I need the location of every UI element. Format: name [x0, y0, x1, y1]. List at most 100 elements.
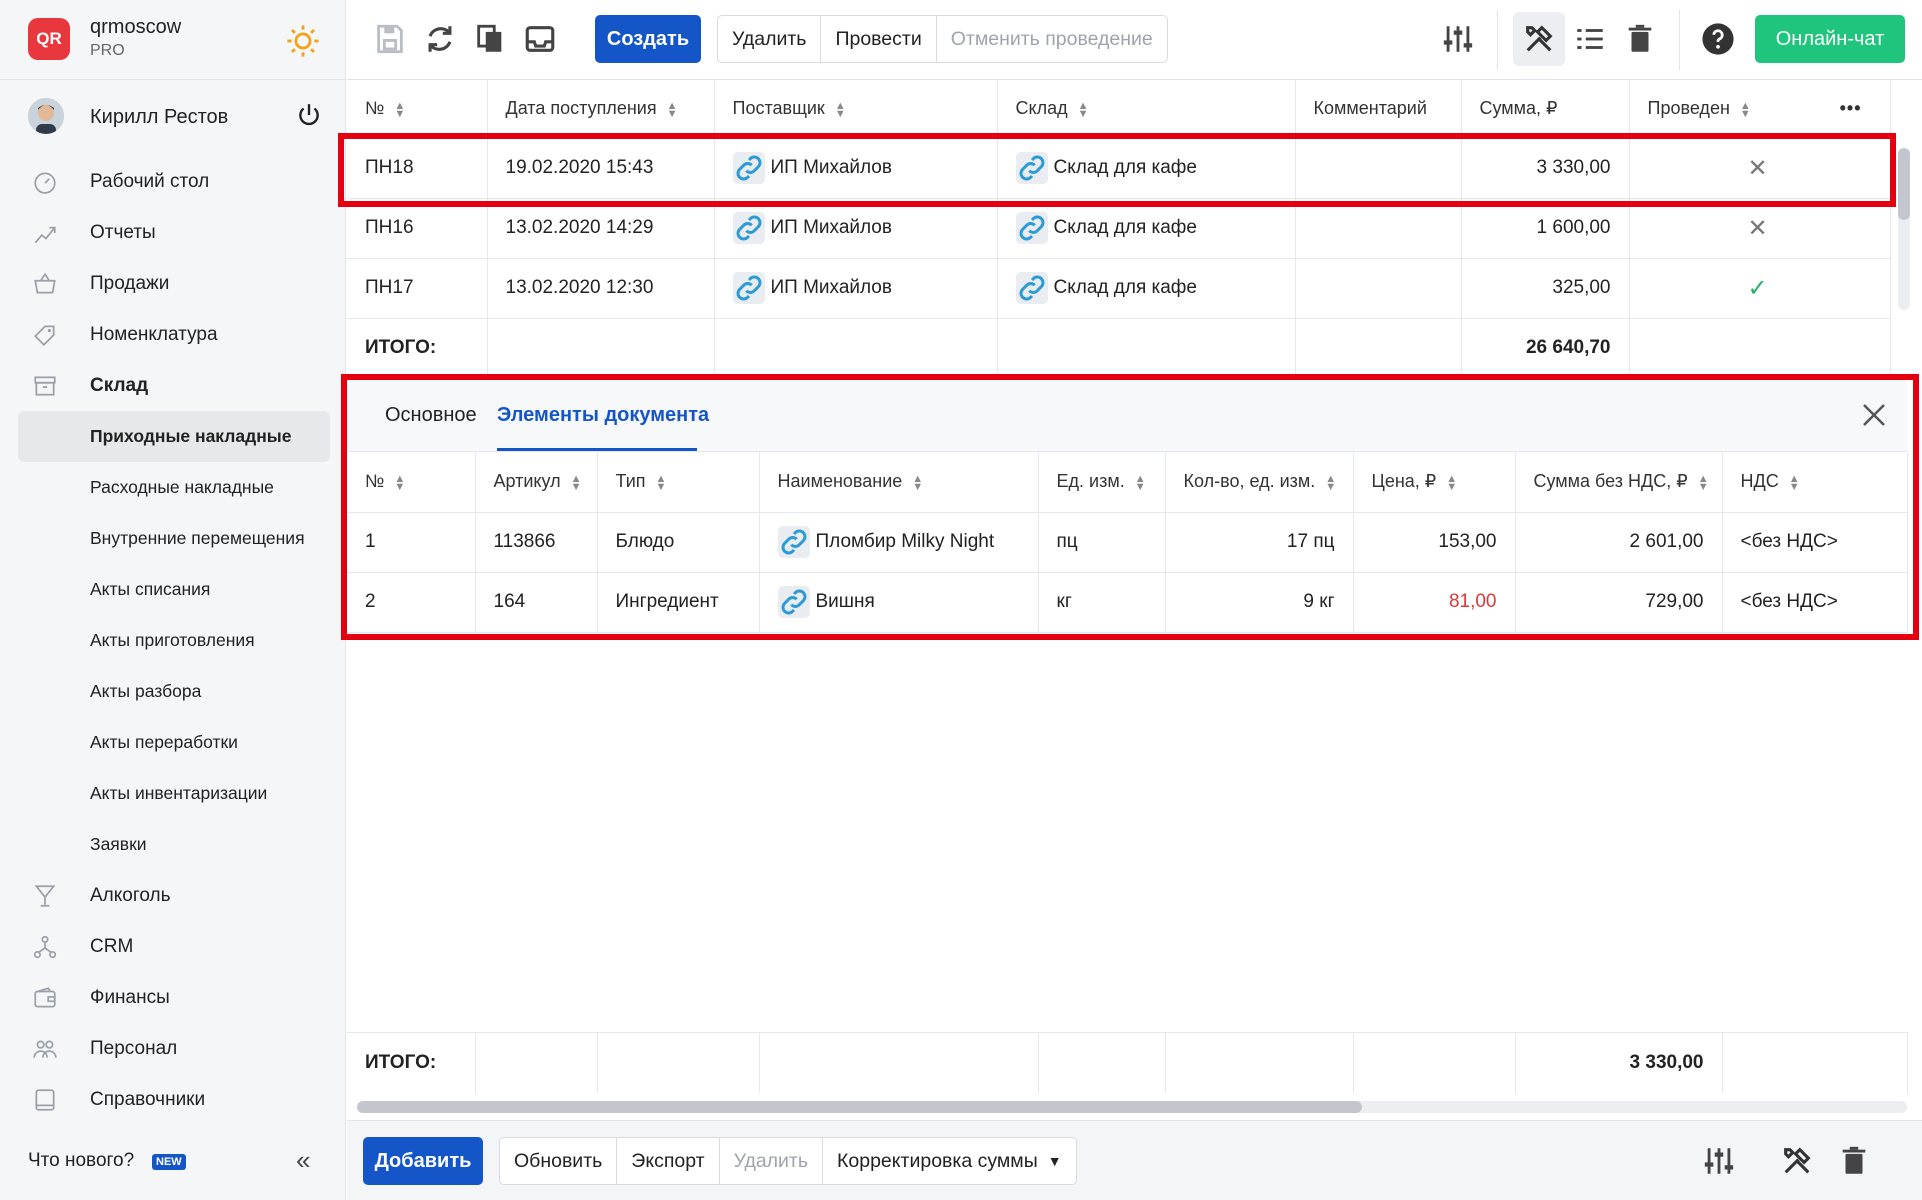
link-icon[interactable]: [777, 586, 810, 618]
sidebar-item-6[interactable]: Приходные накладные: [18, 411, 330, 462]
sidebar-item-8[interactable]: Внутренние перемещения: [18, 513, 330, 564]
list-icon[interactable]: [1573, 22, 1607, 56]
logo[interactable]: QR: [28, 18, 70, 60]
scroll-thumb[interactable]: [357, 1101, 1362, 1113]
refresh-button[interactable]: Обновить: [500, 1138, 618, 1184]
sort-icon[interactable]: ▲ ▼: [571, 473, 582, 492]
sort-icon[interactable]: ▲ ▼: [667, 100, 678, 119]
sidebar-item-14[interactable]: Заявки: [18, 819, 330, 870]
cell-vat: <без НДС>: [1722, 572, 1908, 633]
link-icon[interactable]: [1015, 272, 1048, 304]
col-header-type[interactable]: Тип ▲ ▼: [597, 452, 760, 513]
col-header-sum-no-vat[interactable]: Сумма без НДС, ₽ ▲ ▼: [1515, 452, 1723, 513]
sidebar-item-2[interactable]: Отчеты: [18, 207, 330, 258]
col-header-comment[interactable]: Комментарий: [1295, 80, 1462, 139]
link-icon[interactable]: [1015, 212, 1048, 244]
tab-main[interactable]: Основное: [385, 404, 477, 427]
sidebar-item-16[interactable]: CRM: [18, 921, 330, 972]
sidebar-item-5[interactable]: Склад: [18, 360, 330, 411]
sort-icon[interactable]: ▲ ▼: [1325, 473, 1336, 492]
sidebar-item-19[interactable]: Справочники: [18, 1074, 330, 1125]
col-header-number[interactable]: № ▲ ▼: [347, 452, 476, 513]
vertical-scrollbar[interactable]: [1898, 148, 1910, 310]
post-button[interactable]: Провести: [821, 16, 937, 62]
col-header-supplier[interactable]: Поставщик ▲ ▼: [714, 80, 998, 139]
sort-icon[interactable]: ▲ ▼: [1135, 473, 1146, 492]
create-button[interactable]: Создать: [595, 15, 701, 63]
adjust-sum-button[interactable]: Корректировка суммы ▼: [823, 1138, 1076, 1184]
sun-icon[interactable]: [286, 24, 320, 58]
delete-button[interactable]: Удалить: [718, 16, 822, 62]
tab-document-items[interactable]: Элементы документа: [497, 404, 709, 427]
scroll-thumb[interactable]: [1898, 148, 1910, 220]
trash-icon[interactable]: [1837, 1144, 1871, 1178]
sidebar-item-4[interactable]: Номенклатура: [18, 309, 330, 360]
more-options-icon[interactable]: •••: [1840, 98, 1862, 119]
tools-icon[interactable]: [1780, 1144, 1814, 1178]
sort-icon[interactable]: ▲ ▼: [656, 473, 667, 492]
link-icon[interactable]: [777, 526, 810, 558]
col-header-sku[interactable]: Артикул ▲ ▼: [475, 452, 598, 513]
sidebar-item-15[interactable]: Алкоголь: [18, 870, 330, 921]
sidebar-item-10[interactable]: Акты приготовления: [18, 615, 330, 666]
col-header-number[interactable]: № ▲ ▼: [347, 80, 488, 139]
add-button[interactable]: Добавить: [363, 1137, 483, 1185]
col-header-date[interactable]: Дата поступления ▲ ▼: [487, 80, 715, 139]
col-header-posted[interactable]: Проведен ▲ ▼ •••: [1629, 80, 1891, 139]
link-icon[interactable]: [1015, 152, 1048, 184]
sidebar-item-11[interactable]: Акты разбора: [18, 666, 330, 717]
avatar[interactable]: [28, 98, 64, 134]
sort-icon[interactable]: ▲ ▼: [912, 473, 923, 492]
col-header-warehouse[interactable]: Склад ▲ ▼: [997, 80, 1296, 139]
link-icon[interactable]: [732, 272, 765, 304]
sort-icon[interactable]: ▲ ▼: [1740, 100, 1751, 119]
filter-sliders-icon[interactable]: [1702, 1144, 1736, 1178]
sort-icon[interactable]: ▲ ▼: [394, 473, 405, 492]
table-row[interactable]: 2 164 Ингредиент Вишня кг 9 кг 81,00 729,00 <без…: [347, 572, 1908, 633]
sidebar-item-12[interactable]: Акты переработки: [18, 717, 330, 768]
online-chat-button[interactable]: Онлайн-чат: [1755, 15, 1905, 63]
col-header-unit[interactable]: Ед. изм. ▲ ▼: [1038, 452, 1166, 513]
export-button[interactable]: Экспорт: [617, 1138, 720, 1184]
sidebar-item-17[interactable]: Финансы: [18, 972, 330, 1023]
copy-icon[interactable]: [473, 22, 507, 56]
delete-item-button[interactable]: Удалить: [720, 1138, 824, 1184]
filter-sliders-icon[interactable]: [1441, 22, 1475, 56]
link-icon[interactable]: [732, 152, 765, 184]
table-row[interactable]: ПН17 13.02.2020 12:30 ИП Михайлов Склад для…: [347, 258, 1891, 319]
sidebar-item-13[interactable]: Акты инвентаризации: [18, 768, 330, 819]
col-header-sum[interactable]: Сумма, ₽: [1461, 80, 1630, 139]
table-row[interactable]: 1 113866 Блюдо Пломбир Milky Night пц 17 пц 15…: [347, 512, 1908, 573]
sort-icon[interactable]: ▲ ▼: [1446, 473, 1457, 492]
power-icon[interactable]: [296, 102, 322, 128]
link-icon[interactable]: [732, 212, 765, 244]
cell-qty: 17 пц: [1165, 512, 1354, 573]
sidebar-item-3[interactable]: Продажи: [18, 258, 330, 309]
refresh-icon[interactable]: [423, 22, 457, 56]
tools-toggle[interactable]: [1513, 12, 1565, 66]
collapse-sidebar-icon[interactable]: «: [296, 1147, 310, 1173]
sidebar-item-1[interactable]: Рабочий стол: [18, 156, 330, 207]
save-icon[interactable]: [373, 22, 407, 56]
sidebar-item-9[interactable]: Акты списания: [18, 564, 330, 615]
inbox-icon[interactable]: [523, 22, 557, 56]
close-icon[interactable]: [1859, 400, 1889, 430]
help-icon[interactable]: [1701, 22, 1735, 56]
col-header-vat[interactable]: НДС ▲ ▼: [1722, 452, 1908, 513]
sort-icon[interactable]: ▲ ▼: [1789, 473, 1800, 492]
sort-icon[interactable]: ▲ ▼: [394, 100, 405, 119]
table-row[interactable]: ПН16 13.02.2020 14:29 ИП Михайлов Склад для…: [347, 198, 1891, 259]
col-header-price[interactable]: Цена, ₽ ▲ ▼: [1353, 452, 1516, 513]
sort-icon[interactable]: ▲ ▼: [1698, 473, 1709, 492]
sidebar-item-18[interactable]: Персонал: [18, 1023, 330, 1074]
horizontal-scrollbar[interactable]: [357, 1101, 1907, 1113]
table-row[interactable]: ПН18 19.02.2020 15:43 ИП Михайлов Склад для…: [347, 138, 1891, 199]
col-header-qty[interactable]: Кол-во, ед. изм. ▲ ▼: [1165, 452, 1354, 513]
trash-icon[interactable]: [1623, 22, 1657, 56]
sort-icon[interactable]: ▲ ▼: [1078, 100, 1089, 119]
sort-icon[interactable]: ▲ ▼: [835, 100, 846, 119]
whats-new-link[interactable]: Что нового?: [28, 1150, 134, 1172]
col-header-name[interactable]: Наименование ▲ ▼: [759, 452, 1039, 513]
unpost-button[interactable]: Отменить проведение: [937, 16, 1167, 62]
sidebar-item-7[interactable]: Расходные накладные: [18, 462, 330, 513]
